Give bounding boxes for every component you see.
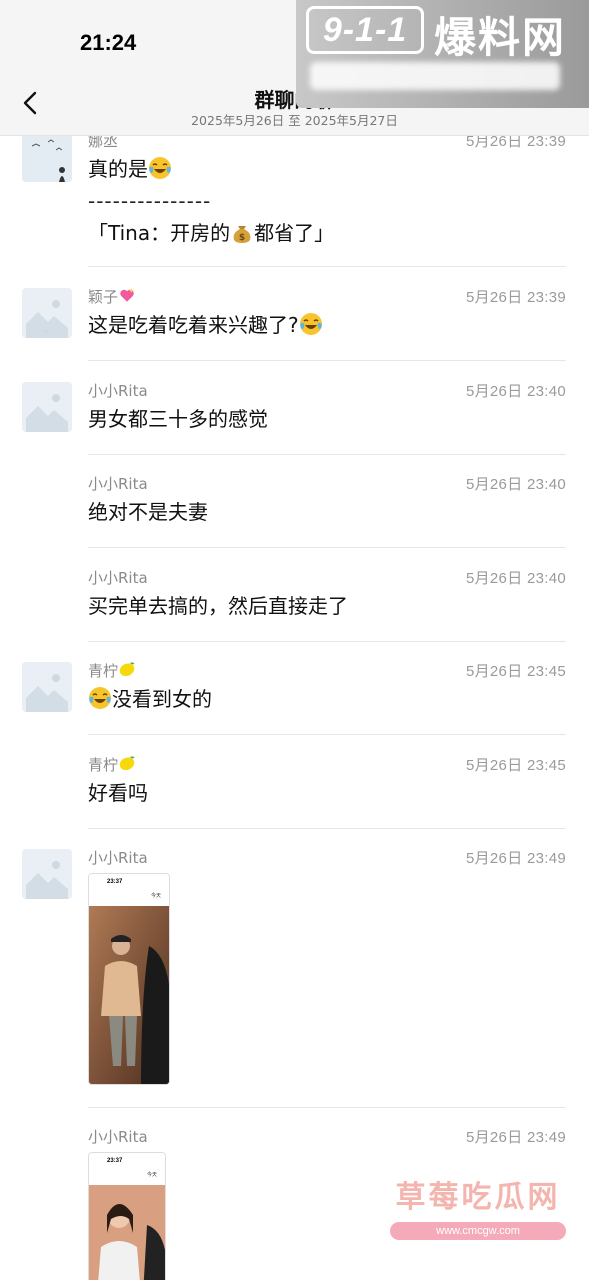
message-time: 5月26日 23:40 bbox=[465, 476, 566, 493]
message-item: 青柠 5月26日 23:45 好看吗 bbox=[0, 752, 589, 829]
message-text[interactable]: 这是吃着吃着来兴趣了? bbox=[88, 310, 323, 340]
image-message-thumbnail[interactable]: 23:37 今天 bbox=[88, 1152, 166, 1280]
message-divider bbox=[88, 641, 566, 642]
avatar[interactable] bbox=[22, 382, 72, 432]
date-range: 2025年5月26日 至 2025年5月27日 bbox=[191, 113, 398, 128]
message-text[interactable]: 好看吗 bbox=[88, 778, 148, 808]
avatar[interactable] bbox=[22, 662, 72, 712]
thumbnail-status-bar: 23:37 今天 bbox=[89, 1153, 165, 1185]
message-item: 小小Rita 5月26日 23:40 男女都三十多的感觉 bbox=[0, 378, 589, 455]
thumbnail-day: 今天 bbox=[150, 893, 161, 899]
thumbnail-day: 今天 bbox=[146, 1172, 157, 1178]
money-bag-emoji-icon: $ bbox=[230, 220, 254, 244]
watermark-site-name: 爆料网 bbox=[434, 13, 567, 62]
message-item: · · · 颖子 5月26日 23:39 这是吃着吃着来兴趣了? bbox=[0, 284, 589, 361]
sender-name: 颖子 bbox=[88, 286, 136, 307]
message-text[interactable]: 绝对不是夫妻 bbox=[88, 497, 208, 527]
lemon-emoji-icon bbox=[118, 660, 136, 678]
message-divider bbox=[88, 360, 566, 361]
message-item: 小小Rita 5月26日 23:40 绝对不是夫妻 bbox=[0, 471, 589, 548]
avatar[interactable] bbox=[22, 132, 72, 182]
message-text[interactable]: 买完单去搞的，然后直接走了 bbox=[88, 591, 348, 621]
message-divider bbox=[88, 1107, 566, 1108]
message-time: 5月26日 23:45 bbox=[465, 663, 566, 680]
svg-text:· · ·: · · · bbox=[44, 329, 50, 334]
sender-name: 小小Rita bbox=[88, 569, 148, 587]
photo-image bbox=[89, 906, 169, 1084]
quoted-message[interactable]: 「Tina：开房的 $ 都省了」 bbox=[88, 218, 334, 248]
avatar-photo-icon bbox=[22, 132, 72, 182]
message-text[interactable]: 没看到女的 bbox=[88, 684, 212, 714]
thumbnail-status-bar: 23:37 今天 bbox=[89, 874, 169, 906]
message-time: 5月26日 23:49 bbox=[465, 1129, 566, 1146]
svg-text:$: $ bbox=[239, 233, 245, 243]
sender-name: 青柠 bbox=[88, 660, 136, 681]
lemon-emoji-icon bbox=[118, 754, 136, 772]
message-item: 小小Rita 5月26日 23:49 23:37 今天 bbox=[0, 845, 589, 1108]
laugh-cry-emoji-icon bbox=[299, 312, 323, 336]
message-divider bbox=[88, 266, 566, 267]
message-time: 5月26日 23:40 bbox=[465, 383, 566, 400]
sender-name: 小小Rita bbox=[88, 849, 148, 867]
default-avatar-icon bbox=[22, 849, 72, 899]
site-watermark-top: 9-1-1 爆料网 bbox=[296, 0, 589, 108]
laugh-cry-emoji-icon bbox=[148, 156, 172, 180]
laugh-cry-emoji-icon bbox=[88, 686, 112, 710]
avatar[interactable] bbox=[22, 849, 72, 899]
watermark-url: www.cmcgw.com bbox=[390, 1222, 566, 1240]
message-divider bbox=[88, 547, 566, 548]
message-item: 娜丞 5月26日 23:39 真的是 --------------- 「Tina… bbox=[0, 126, 589, 267]
sender-name: 小小Rita bbox=[88, 382, 148, 400]
photo-image bbox=[89, 1185, 165, 1280]
message-divider bbox=[88, 734, 566, 735]
site-watermark-bottom: 草莓吃瓜网 www.cmcgw.com bbox=[372, 1172, 584, 1240]
thumbnail-time: 23:37 bbox=[107, 879, 123, 885]
message-divider bbox=[88, 454, 566, 455]
message-text[interactable]: 男女都三十多的感觉 bbox=[88, 404, 268, 434]
sender-name: 小小Rita bbox=[88, 1128, 148, 1146]
default-avatar-icon: · · · bbox=[22, 288, 72, 338]
thumbnail-time: 23:37 bbox=[107, 1158, 123, 1164]
message-time: 5月26日 23:39 bbox=[465, 289, 566, 306]
obscured-area bbox=[310, 62, 560, 90]
image-message-thumbnail[interactable]: 23:37 今天 bbox=[88, 873, 170, 1085]
sender-name: 小小Rita bbox=[88, 475, 148, 493]
message-divider bbox=[88, 828, 566, 829]
message-item: 青柠 5月26日 23:45 没看到女的 bbox=[0, 658, 589, 735]
message-item: 小小Rita 5月26日 23:40 买完单去搞的，然后直接走了 bbox=[0, 565, 589, 642]
watermark-logo: 9-1-1 bbox=[306, 6, 424, 54]
sparkling-heart-emoji-icon bbox=[118, 286, 136, 304]
message-time: 5月26日 23:40 bbox=[465, 570, 566, 587]
default-avatar-icon bbox=[22, 662, 72, 712]
message-separator: --------------- bbox=[88, 189, 212, 213]
avatar[interactable]: · · · bbox=[22, 288, 72, 338]
sender-name: 青柠 bbox=[88, 754, 136, 775]
default-avatar-icon bbox=[22, 382, 72, 432]
status-bar-time: 21:24 bbox=[80, 30, 137, 55]
message-time: 5月26日 23:45 bbox=[465, 757, 566, 774]
message-time: 5月26日 23:49 bbox=[465, 850, 566, 867]
message-text[interactable]: 真的是 bbox=[88, 154, 172, 184]
watermark-site-name: 草莓吃瓜网 bbox=[395, 1180, 561, 1215]
